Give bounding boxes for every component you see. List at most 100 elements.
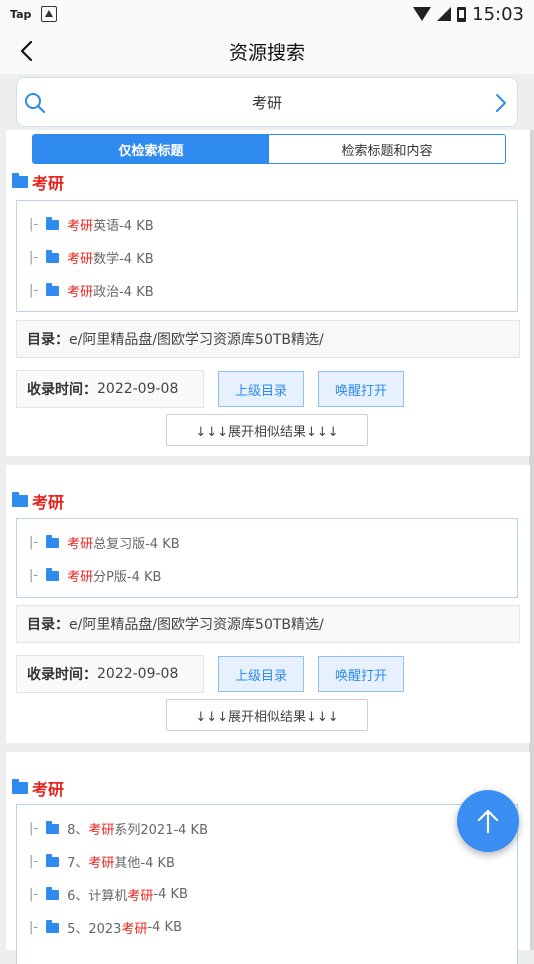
signal-icon — [437, 7, 452, 21]
tree-mark: |- — [29, 854, 39, 869]
arrow-up-icon — [477, 809, 499, 834]
chevron-right-icon[interactable] — [493, 92, 509, 114]
folder-icon — [46, 534, 60, 548]
result-card-3: 考研 |- 8、 考研 系列2021-4 KB |- 7、 考研 其他-4 KB |- … — [6, 752, 530, 964]
file-suffix: 其他-4 KB — [114, 856, 175, 871]
search-mode-toggle: 仅检索标题 检索标题和内容 — [32, 134, 506, 164]
file-list: |- 考研 总复习版-4 KB |- 考研 分P版-4 KB — [16, 518, 518, 598]
file-prefix: 8、 — [67, 823, 89, 838]
file-list: |- 8、 考研 系列2021-4 KB |- 7、 考研 其他-4 KB |- 6、计… — [16, 804, 518, 964]
file-item[interactable]: |- 8、 考研 系列2021-4 KB — [29, 819, 208, 838]
tree-mark: |- — [29, 283, 39, 298]
file-suffix: 数学-4 KB — [93, 252, 154, 267]
result-title-text: 考研 — [32, 780, 65, 799]
parent-directory-button[interactable]: 上级目录 — [218, 371, 304, 407]
file-suffix: 系列2021-4 KB — [114, 823, 208, 838]
file-suffix: -4 KB — [153, 887, 188, 902]
result-title-text: 考研 — [32, 493, 65, 512]
search-input[interactable]: 考研 — [252, 92, 282, 113]
file-highlight: 考研 — [121, 922, 148, 937]
tree-mark: |- — [29, 217, 39, 232]
file-item[interactable]: |- 考研 政治-4 KB — [29, 281, 154, 300]
app-header: 资源搜索 — [0, 28, 534, 74]
directory-label: 目录： — [27, 332, 69, 348]
file-highlight: 考研 — [88, 856, 115, 871]
file-list: |- 考研 英语-4 KB |- 考研 数学-4 KB |- 考研 政治-4 KB — [16, 200, 518, 312]
folder-icon — [46, 886, 60, 900]
file-item[interactable]: |- 5、2023 考研 -4 KB — [29, 918, 182, 937]
mode-title-only-button[interactable]: 仅检索标题 — [33, 135, 269, 163]
file-item[interactable]: |- 7、 考研 其他-4 KB — [29, 852, 175, 871]
folder-icon — [12, 173, 28, 188]
expand-similar-button[interactable]: ↓↓↓展开相似结果↓↓↓ — [166, 699, 368, 731]
expand-similar-button[interactable]: ↓↓↓展开相似结果↓↓↓ — [166, 414, 368, 446]
tree-mark: |- — [29, 821, 39, 836]
collect-time-label: 收录时间： — [27, 382, 97, 398]
page-title: 资源搜索 — [228, 41, 305, 64]
directory-value: e/阿里精品盘/图欧学习资源库50TB精选/ — [69, 332, 324, 348]
file-highlight: 考研 — [127, 889, 154, 904]
collect-time: 收录时间： 2022-09-08 — [16, 370, 204, 408]
back-arrow-icon[interactable] — [14, 37, 42, 65]
folder-icon — [46, 282, 60, 296]
folder-icon — [12, 779, 28, 794]
directory-path: 目录： e/阿里精品盘/图欧学习资源库50TB精选/ — [16, 320, 520, 358]
mode-title-content-button[interactable]: 检索标题和内容 — [269, 135, 505, 163]
result-card-1: 仅检索标题 检索标题和内容 考研 |- 考研 英语-4 KB |- 考研 数学-4 … — [6, 130, 530, 456]
tree-mark: |- — [29, 250, 39, 265]
status-bar: Tap 15:03 — [0, 0, 534, 28]
result-title[interactable]: 考研 — [12, 170, 64, 194]
file-prefix: 5、2023 — [67, 922, 122, 937]
directory-label: 目录： — [27, 617, 69, 633]
folder-icon — [12, 492, 28, 507]
result-title-text: 考研 — [32, 174, 65, 193]
tree-mark: |- — [29, 920, 39, 935]
file-item[interactable]: |- 考研 英语-4 KB — [29, 215, 154, 234]
file-highlight: 考研 — [67, 252, 94, 267]
open-app-button[interactable]: 唤醒打开 — [318, 371, 404, 407]
open-app-button[interactable]: 唤醒打开 — [318, 656, 404, 692]
tree-mark: |- — [29, 887, 39, 902]
file-highlight: 考研 — [67, 219, 94, 234]
folder-icon — [46, 853, 60, 867]
tree-mark: |- — [29, 535, 39, 550]
search-box[interactable]: 考研 — [16, 77, 518, 127]
collect-time-value: 2022-09-08 — [97, 666, 179, 682]
tree-mark: |- — [29, 568, 39, 583]
file-suffix: 政治-4 KB — [93, 285, 154, 300]
collect-time-value: 2022-09-08 — [97, 381, 179, 397]
folder-icon — [46, 919, 60, 933]
folder-icon — [46, 249, 60, 263]
status-right: 15:03 — [413, 4, 524, 25]
file-highlight: 考研 — [67, 537, 94, 552]
result-card-2: 考研 |- 考研 总复习版-4 KB |- 考研 分P版-4 KB 目录： e/阿里… — [6, 465, 530, 743]
search-icon[interactable] — [23, 91, 47, 115]
file-item[interactable]: |- 考研 数学-4 KB — [29, 248, 154, 267]
status-app-label: Tap — [10, 7, 32, 21]
file-highlight: 考研 — [67, 570, 94, 585]
file-suffix: 分P版-4 KB — [93, 570, 162, 585]
file-suffix: 总复习版-4 KB — [93, 537, 180, 552]
directory-path: 目录： e/阿里精品盘/图欧学习资源库50TB精选/ — [16, 605, 520, 643]
file-item[interactable]: |- 考研 分P版-4 KB — [29, 566, 161, 585]
notification-app-icon — [41, 6, 58, 22]
collect-time-label: 收录时间： — [27, 667, 97, 683]
status-time: 15:03 — [472, 3, 524, 25]
directory-value: e/阿里精品盘/图欧学习资源库50TB精选/ — [69, 617, 324, 633]
file-item[interactable]: |- 考研 总复习版-4 KB — [29, 533, 180, 552]
folder-icon — [46, 216, 60, 230]
file-prefix: 6、计算机 — [67, 889, 128, 904]
parent-directory-button[interactable]: 上级目录 — [218, 656, 304, 692]
result-title[interactable]: 考研 — [12, 776, 64, 800]
file-suffix: 英语-4 KB — [93, 219, 154, 234]
folder-icon — [46, 567, 60, 581]
status-left: Tap — [10, 6, 58, 22]
file-highlight: 考研 — [88, 823, 115, 838]
collect-time: 收录时间： 2022-09-08 — [16, 655, 204, 693]
file-highlight: 考研 — [67, 285, 94, 300]
result-title[interactable]: 考研 — [12, 489, 64, 513]
scroll-to-top-button[interactable] — [457, 790, 519, 852]
folder-icon — [46, 820, 60, 834]
file-item[interactable]: |- 6、计算机 考研 -4 KB — [29, 885, 188, 904]
file-suffix: -4 KB — [147, 920, 182, 935]
